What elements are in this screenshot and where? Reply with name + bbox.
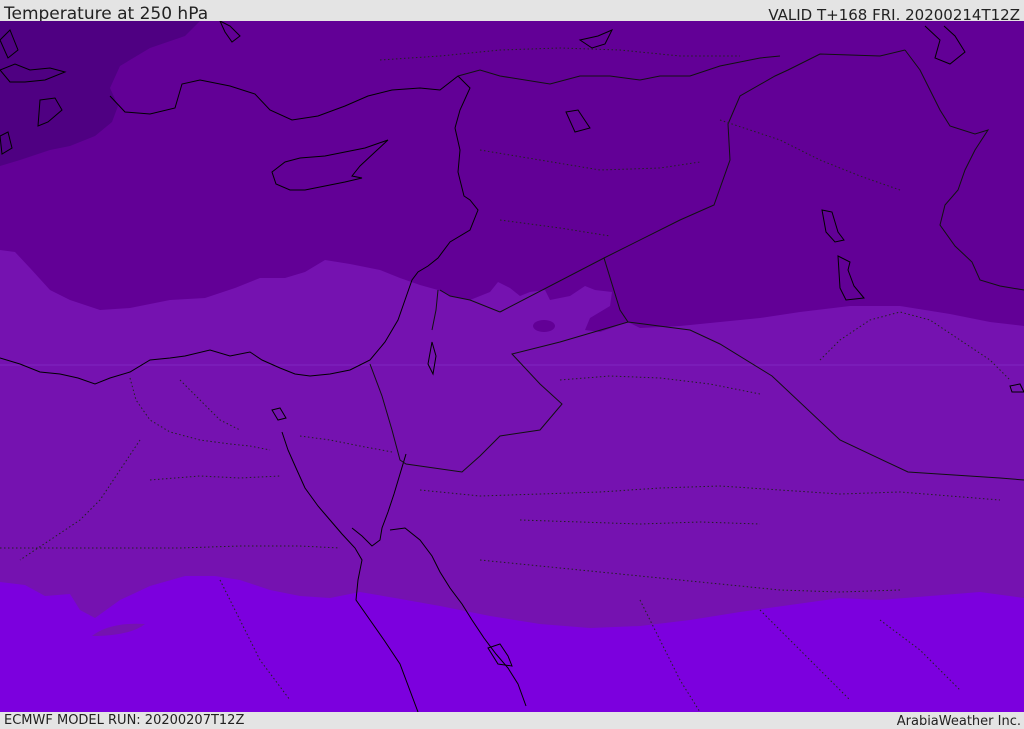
- footer-bar: ECMWF MODEL RUN: 20200207T12Z ArabiaWeat…: [0, 712, 1024, 729]
- map-canvas: [0, 21, 1024, 712]
- credit-label: ArabiaWeather Inc.: [896, 714, 1021, 729]
- temperature-band-cold: [0, 21, 1024, 332]
- weather-map-frame: Temperature at 250 hPa VALID T+168 FRI. …: [0, 0, 1024, 729]
- header-bar: Temperature at 250 hPa VALID T+168 FRI. …: [0, 0, 1024, 24]
- map-svg: [0, 21, 1024, 712]
- temperature-patch-blob: [533, 320, 555, 332]
- model-run-label: ECMWF MODEL RUN: 20200207T12Z: [4, 713, 245, 728]
